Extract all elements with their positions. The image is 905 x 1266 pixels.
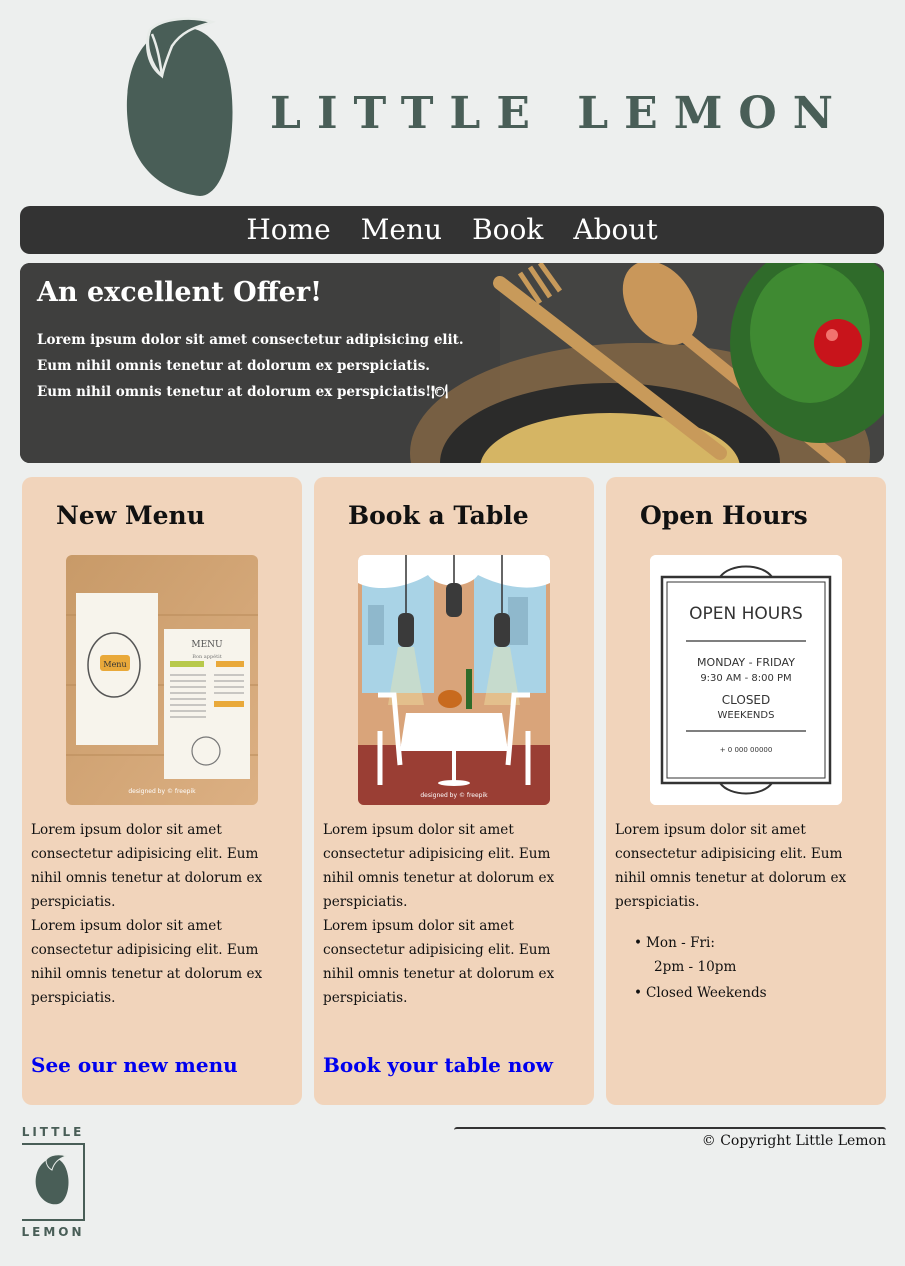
main-nav: Home Menu Book About [20, 206, 884, 254]
brand-wordmark: LITTLE LEMON [270, 88, 849, 139]
hours-list: Mon - Fri: 2pm - 10pm Closed Weekends [630, 931, 870, 1005]
nav-menu-link[interactable]: Menu [361, 206, 442, 254]
sign-time: 9:30 AM - 8:00 PM [700, 673, 791, 684]
nav-home-link[interactable]: Home [246, 206, 330, 254]
footer-logo-top-text: LITTLE [22, 1125, 85, 1139]
open-hours-card: Open Hours OPEN HOURS MONDAY - FRIDAY 9:… [606, 477, 886, 1105]
footer-logo-bottom-text: LEMON [21, 1225, 84, 1239]
hero-title: An excellent Offer! [37, 277, 323, 308]
card-description: Lorem ipsum dolor sit amet consectetur a… [31, 822, 263, 1006]
sign-closed: CLOSED [722, 693, 771, 707]
card-title: Open Hours [640, 501, 808, 530]
image-credit: designed by © freepik [420, 792, 488, 799]
hero-description: Lorem ipsum dolor sit amet consectetur a… [37, 332, 464, 400]
list-item: Mon - Fri: 2pm - 10pm [630, 931, 870, 979]
nav-about-link[interactable]: About [573, 206, 657, 254]
book-table-card: Book a Table designed by © freepik Lorem… [314, 477, 594, 1105]
flyer-heading-word: MENU [191, 640, 223, 650]
hero-banner: An excellent Offer! Lorem ipsum dolor si… [20, 263, 884, 463]
card-description: Lorem ipsum dolor sit amet consectetur a… [323, 822, 555, 1006]
hours-time: 2pm - 10pm [654, 959, 737, 975]
sign-weekends: WEEKENDS [718, 710, 775, 721]
card-title: New Menu [56, 501, 205, 530]
sign-phone: + 0 000 00000 [720, 746, 773, 754]
image-credit: designed by © freepik [128, 788, 196, 795]
open-hours-sign-image: OPEN HOURS MONDAY - FRIDAY 9:30 AM - 8:0… [650, 555, 842, 805]
site-header: LITTLE LEMON [0, 0, 905, 205]
flyer-sub-word: Bon appétit [192, 653, 221, 660]
restaurant-table-image: designed by © freepik [358, 555, 550, 805]
card-description: Lorem ipsum dolor sit amet consectetur a… [615, 822, 847, 910]
sign-heading: OPEN HOURS [689, 604, 803, 624]
menu-flyer-image: Menu MENU Bon appétit designed by © free… [66, 555, 258, 805]
new-menu-card: New Menu Menu MENU Bon appétit designed … [22, 477, 302, 1105]
see-menu-link[interactable]: See our new menu [31, 1053, 238, 1077]
sign-days: MONDAY - FRIDAY [697, 656, 795, 669]
hours-label: Mon - Fri: [646, 935, 715, 951]
list-item: Closed Weekends [630, 981, 870, 1005]
hours-label: Closed Weekends [646, 985, 767, 1001]
card-title: Book a Table [348, 501, 529, 530]
footer-divider [454, 1127, 886, 1130]
nav-book-link[interactable]: Book [472, 206, 543, 254]
copyright-text: © Copyright Little Lemon [701, 1133, 886, 1149]
flyer-menu-word: Menu [103, 660, 126, 669]
lemon-logo-icon[interactable] [122, 16, 234, 198]
book-table-link[interactable]: Book your table now [323, 1053, 553, 1077]
footer-logo[interactable]: LITTLE LEMON [20, 1124, 86, 1240]
